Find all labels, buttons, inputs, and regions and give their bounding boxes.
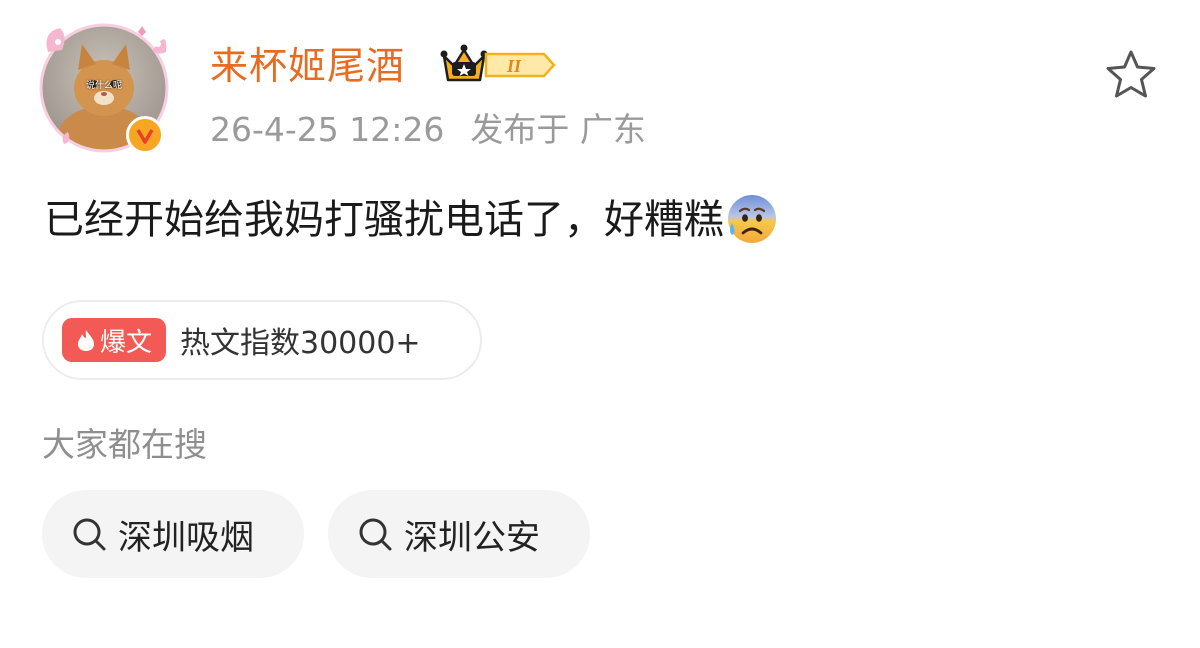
- hot-label-text: 爆文: [99, 327, 152, 358]
- anxious-face-with-sweat-emoji: [728, 195, 776, 243]
- verified-v-icon: [133, 123, 157, 147]
- post-text: 已经开始给我妈打骚扰电话了，好糟糕: [44, 190, 778, 250]
- vip-level-badge[interactable]: II: [440, 42, 558, 88]
- post-location: 发布于 广东: [470, 110, 646, 149]
- post-text-content: 已经开始给我妈打骚扰电话了，好糟糕: [44, 197, 724, 243]
- search-chip-label: 深圳吸烟: [118, 517, 254, 558]
- username[interactable]: 来杯姬尾酒: [210, 38, 405, 94]
- hot-label-badge: 爆文: [62, 318, 166, 362]
- hot-index-text: 热文指数30000+: [180, 326, 421, 361]
- avatar-container[interactable]: 说什么呢: [38, 22, 170, 154]
- hot-article-pill[interactable]: 爆文 热文指数30000+: [42, 300, 482, 380]
- flame-icon: [77, 330, 94, 351]
- search-chip[interactable]: 深圳公安: [328, 490, 590, 578]
- search-chip[interactable]: 深圳吸烟: [42, 490, 304, 578]
- search-chip-label: 深圳公安: [404, 517, 540, 558]
- verified-badge: [126, 116, 164, 154]
- search-icon: [73, 518, 106, 551]
- star-icon[interactable]: [1104, 48, 1158, 100]
- search-heading: 大家都在搜: [42, 425, 207, 464]
- crown-icon: [440, 44, 488, 82]
- post-time: 26-4-25 12:26: [210, 110, 445, 149]
- search-icon: [359, 518, 392, 551]
- post-meta: 26-4-25 12:26 发布于 广东: [210, 106, 646, 154]
- vip-level-text: II: [506, 56, 522, 76]
